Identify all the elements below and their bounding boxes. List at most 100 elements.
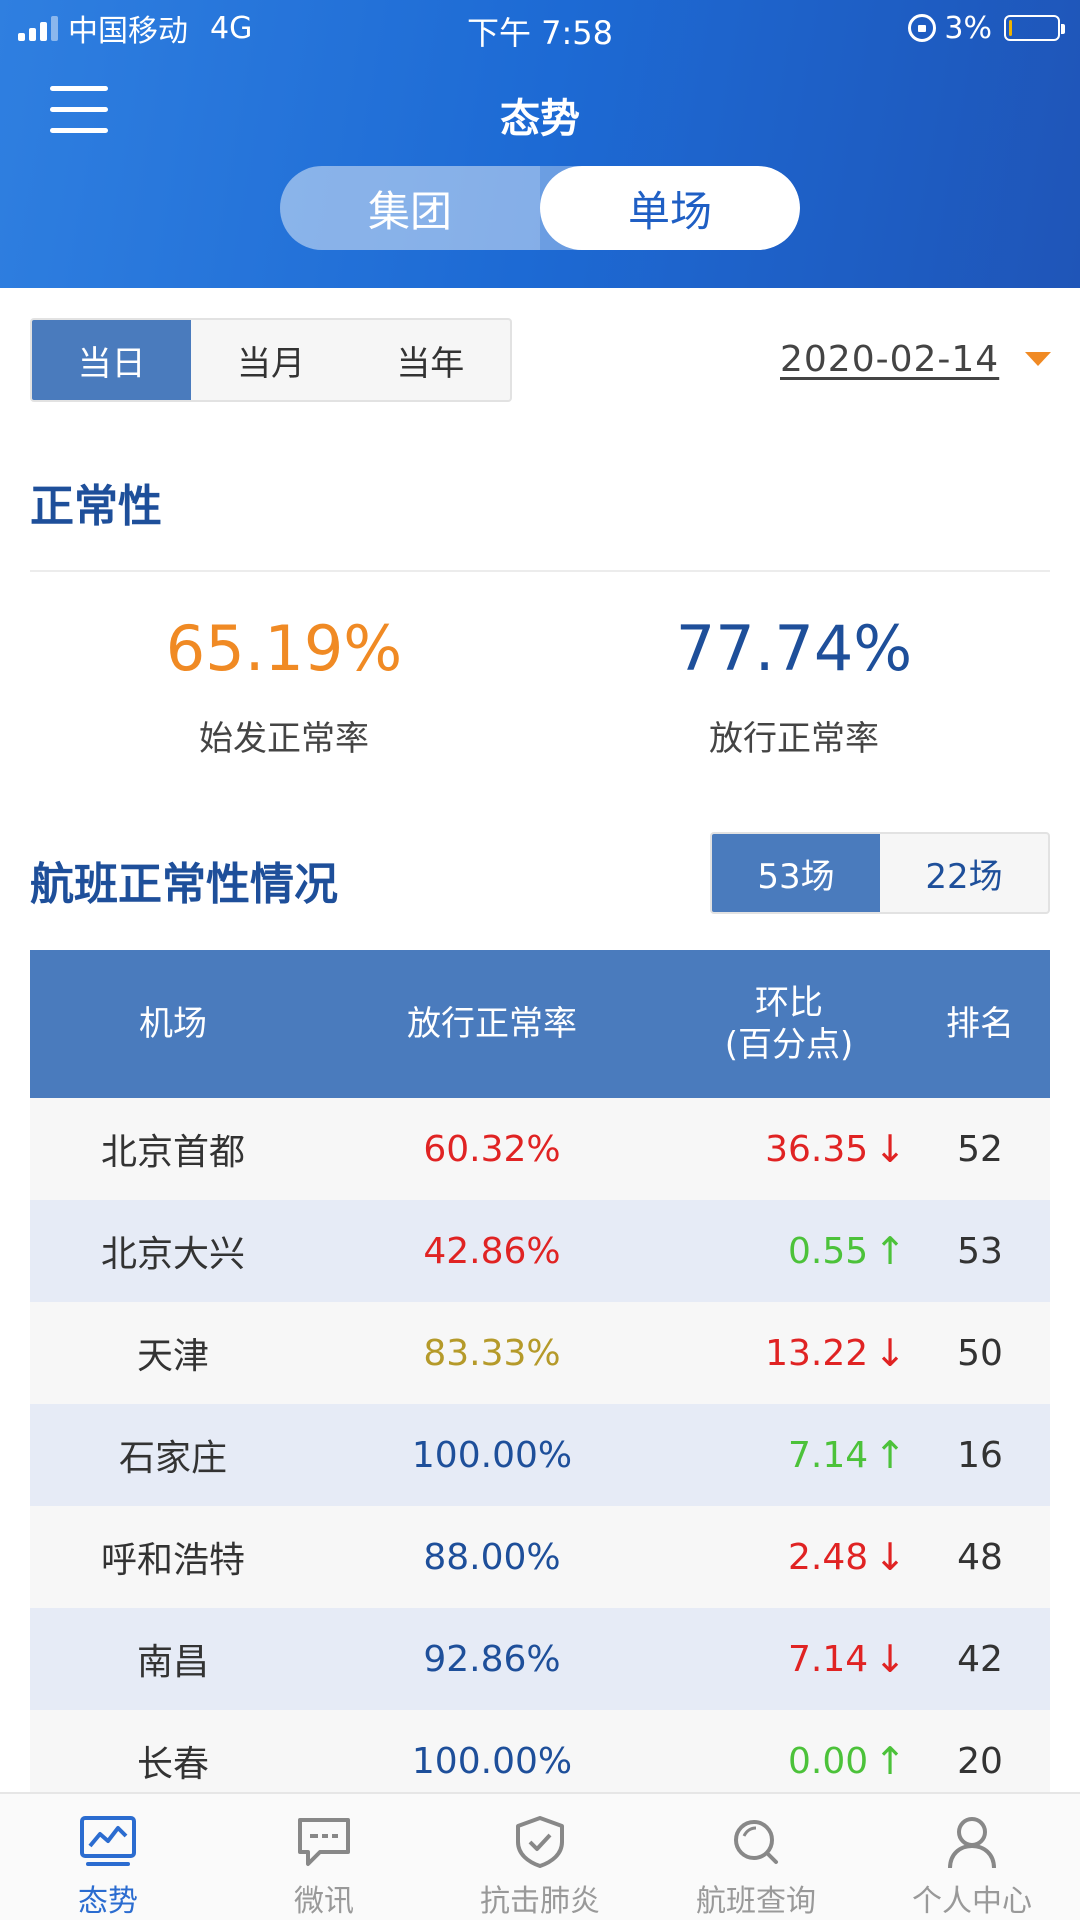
- normality-title: 正常性: [30, 481, 162, 532]
- rotation-lock-icon: [908, 14, 937, 42]
- battery-level: [1009, 20, 1012, 36]
- tab-year[interactable]: 当年: [351, 320, 510, 400]
- change-value: 2.48: [788, 1536, 869, 1578]
- chat-bubble-icon: [298, 1818, 350, 1866]
- airport-cell: 北京首都: [100, 1132, 245, 1173]
- change-cell: 7.14 ↑: [668, 1404, 910, 1506]
- tab-flight-search[interactable]: 航班查询: [648, 1794, 864, 1920]
- change-value: 13.22: [765, 1332, 869, 1374]
- search-icon: [734, 1820, 778, 1864]
- divider: [30, 570, 1050, 572]
- tab-month[interactable]: 当月: [191, 320, 350, 400]
- release-rate-label: 放行正常率: [709, 719, 879, 759]
- status-bar: 中国移动 4G 下午 7:58 3%: [0, 0, 1080, 56]
- tab-weixun[interactable]: 微讯: [216, 1794, 432, 1920]
- rank-cell: 52: [957, 1128, 1003, 1170]
- rank-cell: 42: [957, 1638, 1003, 1680]
- battery-percent: 3%: [944, 10, 992, 46]
- airport-count-switch: 53场 22场: [710, 832, 1050, 914]
- chart-monitor-icon: [80, 1816, 136, 1866]
- table-row[interactable]: 北京首都 60.32% 36.35 ↓ 52: [30, 1098, 1050, 1200]
- change-cell: 2.48 ↓: [668, 1506, 910, 1608]
- tab-53[interactable]: 53场: [712, 834, 880, 912]
- tab-situation[interactable]: 态势: [0, 1794, 216, 1920]
- arrow-down-icon: ↓: [874, 1127, 906, 1171]
- tab-22[interactable]: 22场: [880, 834, 1048, 912]
- airport-cell: 呼和浩特: [100, 1540, 245, 1581]
- change-value: 0.55: [788, 1230, 869, 1272]
- change-cell: 36.35 ↓: [668, 1098, 910, 1200]
- header-change-line1: 环比: [755, 982, 823, 1023]
- page-title: 态势: [500, 96, 580, 142]
- departure-rate-value: 65.19%: [165, 612, 403, 685]
- airport-cell: 天津: [136, 1336, 209, 1377]
- rank-cell: 53: [957, 1230, 1003, 1272]
- header-rate[interactable]: 放行正常率: [316, 950, 668, 1098]
- flights-table: 机场 放行正常率 环比 (百分点) 排名 北京首都 60.32% 36.35 ↓ 52 北…: [30, 950, 1050, 1812]
- tab-single[interactable]: 单场: [540, 166, 800, 250]
- caret-down-icon[interactable]: [1025, 352, 1052, 366]
- flights-title: 航班正常性情况: [30, 859, 338, 910]
- departure-rate-label: 始发正常率: [199, 719, 369, 759]
- battery-icon: [1004, 15, 1065, 41]
- change-value: 7.14: [788, 1434, 869, 1476]
- header: 中国移动 4G 下午 7:58 3% 态势 集团 单场: [0, 0, 1080, 288]
- tab-fight-pneumonia[interactable]: 抗击肺炎: [432, 1794, 648, 1920]
- rank-cell: 16: [957, 1434, 1003, 1476]
- rate-cell: 60.32%: [423, 1128, 561, 1170]
- table-body: 北京首都 60.32% 36.35 ↓ 52 北京大兴 42.86% 0.55 ↑ 53 天津 83.…: [30, 1098, 1050, 1812]
- release-rate-value: 77.74%: [675, 612, 913, 685]
- table-header: 机场 放行正常率 环比 (百分点) 排名: [30, 950, 1050, 1098]
- date-value[interactable]: 2020-02-14: [780, 339, 999, 380]
- arrow-down-icon: ↓: [874, 1331, 906, 1375]
- arrow-down-icon: ↓: [874, 1637, 906, 1681]
- status-right: 3%: [908, 8, 1065, 48]
- change-value: 7.14: [788, 1638, 869, 1680]
- tab-label: 航班查询: [696, 1884, 816, 1919]
- table-row[interactable]: 呼和浩特 88.00% 2.48 ↓ 48: [30, 1506, 1050, 1608]
- tab-group[interactable]: 集团: [280, 166, 540, 250]
- rank-cell: 50: [957, 1332, 1003, 1374]
- tab-label: 态势: [78, 1884, 138, 1919]
- header-change[interactable]: 环比 (百分点): [668, 950, 910, 1098]
- tab-label: 个人中心: [912, 1884, 1032, 1919]
- shield-check-icon: [516, 1816, 564, 1868]
- airport-cell: 石家庄: [118, 1438, 227, 1479]
- arrow-up-icon: ↑: [874, 1739, 906, 1783]
- date-picker[interactable]: 2020-02-14: [780, 334, 1052, 384]
- navbar: 态势: [0, 56, 1080, 166]
- arrow-up-icon: ↑: [874, 1229, 906, 1273]
- tab-personal-center[interactable]: 个人中心: [864, 1794, 1080, 1920]
- rate-cell: 83.33%: [423, 1332, 561, 1374]
- header-rank[interactable]: 排名: [910, 950, 1050, 1098]
- departure-rate-metric: 65.19% 始发正常率: [84, 612, 484, 760]
- rate-cell: 92.86%: [423, 1638, 561, 1680]
- tab-label: 微讯: [294, 1884, 354, 1919]
- rate-cell: 88.00%: [423, 1536, 561, 1578]
- arrow-up-icon: ↑: [874, 1433, 906, 1477]
- change-cell: 0.55 ↑: [668, 1200, 910, 1302]
- table-row[interactable]: 北京大兴 42.86% 0.55 ↑ 53: [30, 1200, 1050, 1302]
- tab-label: 抗击肺炎: [480, 1884, 600, 1919]
- change-value: 0.00: [788, 1740, 869, 1782]
- header-airport[interactable]: 机场: [30, 950, 316, 1098]
- release-rate-metric: 77.74% 放行正常率: [594, 612, 994, 760]
- user-icon: [948, 1817, 996, 1869]
- bottom-tabbar: 态势 微讯 抗击肺炎 航班查询 个人中心: [0, 1792, 1080, 1920]
- header-change-line2: (百分点): [724, 1025, 854, 1065]
- rate-cell: 100.00%: [411, 1434, 573, 1476]
- change-cell: 13.22 ↓: [668, 1302, 910, 1404]
- table-row[interactable]: 南昌 92.86% 7.14 ↓ 42: [30, 1608, 1050, 1710]
- airport-cell: 北京大兴: [100, 1234, 245, 1275]
- change-value: 36.35: [765, 1128, 869, 1170]
- period-tabs: 当日 当月 当年: [30, 318, 512, 402]
- arrow-down-icon: ↓: [874, 1535, 906, 1579]
- airport-cell: 南昌: [136, 1642, 209, 1683]
- change-cell: 7.14 ↓: [668, 1608, 910, 1710]
- rank-cell: 48: [957, 1536, 1003, 1578]
- scope-switch: 集团 单场: [280, 166, 800, 250]
- table-row[interactable]: 天津 83.33% 13.22 ↓ 50: [30, 1302, 1050, 1404]
- tab-day[interactable]: 当日: [32, 320, 192, 400]
- table-row[interactable]: 石家庄 100.00% 7.14 ↑ 16: [30, 1404, 1050, 1506]
- rate-cell: 42.86%: [423, 1230, 561, 1272]
